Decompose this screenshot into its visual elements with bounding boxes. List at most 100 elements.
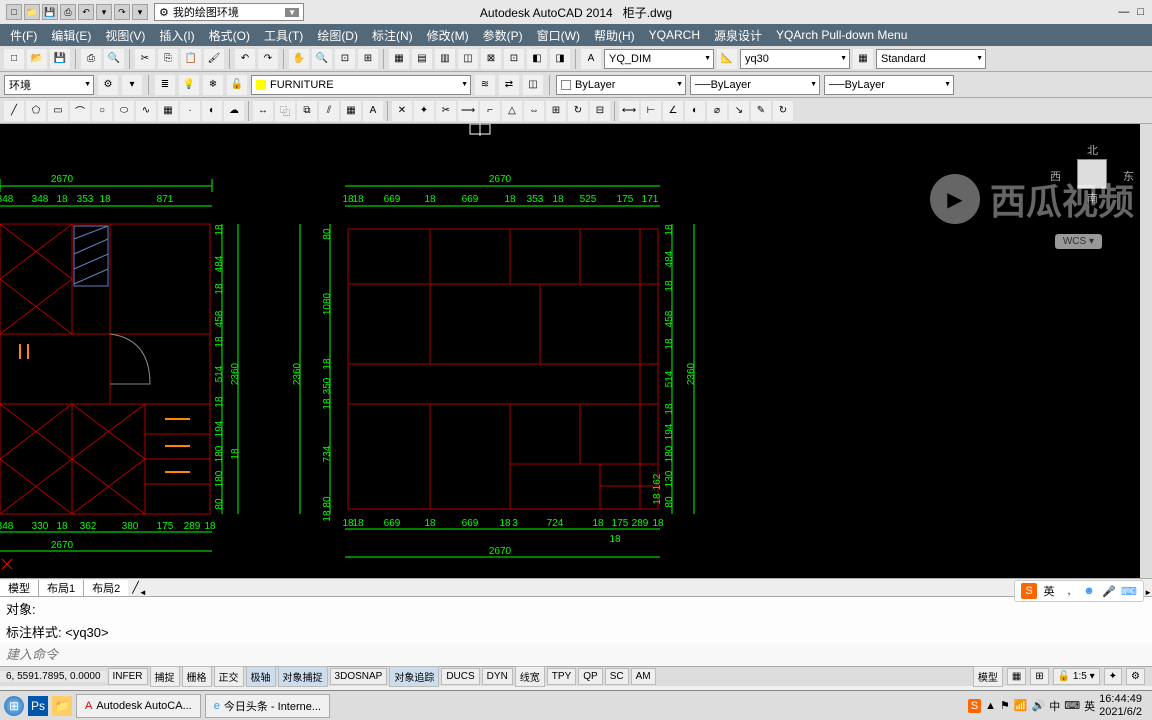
zoom-icon[interactable]: 🔍 bbox=[312, 49, 332, 69]
status-tpy[interactable]: TPY bbox=[547, 668, 576, 685]
menu-help[interactable]: 帮助(H) bbox=[588, 25, 641, 46]
tray-flag-icon[interactable]: ⚑ bbox=[1000, 699, 1010, 712]
circle-icon[interactable]: ○ bbox=[92, 101, 112, 121]
minimize-button[interactable]: ― bbox=[1118, 6, 1129, 18]
menu-modify[interactable]: 修改(M) bbox=[421, 25, 475, 46]
tray-up-icon[interactable]: ▲ bbox=[985, 700, 996, 712]
scale-icon[interactable]: ⊞ bbox=[546, 101, 566, 121]
status-infer[interactable]: INFER bbox=[108, 668, 148, 685]
layer-dropdown[interactable]: FURNITURE bbox=[251, 75, 471, 95]
cut-icon[interactable]: ✂ bbox=[135, 49, 155, 69]
ellipse-icon[interactable]: ⬭ bbox=[114, 101, 134, 121]
status-ducs[interactable]: DUCS bbox=[441, 668, 479, 685]
open-icon[interactable]: 📁 bbox=[24, 4, 40, 20]
redo-icon[interactable]: ↷ bbox=[114, 4, 130, 20]
extend-icon[interactable]: ⟶ bbox=[458, 101, 478, 121]
rotate-icon[interactable]: ↻ bbox=[568, 101, 588, 121]
taskbar-autocad[interactable]: A Autodesk AutoCA... bbox=[76, 694, 201, 718]
new-file-icon[interactable]: □ bbox=[4, 49, 24, 69]
status-scale[interactable]: 🔓 1:5 ▾ bbox=[1053, 668, 1100, 685]
ime-comma-icon[interactable]: , bbox=[1061, 583, 1077, 599]
status-grid-icon[interactable]: ▦ bbox=[1007, 668, 1026, 685]
array-icon[interactable]: ▦ bbox=[341, 101, 361, 121]
ime-toolbar[interactable]: S 英 , ☻ 🎤 ⌨ bbox=[1014, 580, 1144, 602]
explode-icon[interactable]: ✦ bbox=[414, 101, 434, 121]
menu-tools[interactable]: 工具(T) bbox=[258, 25, 309, 46]
print-icon[interactable]: ⎙ bbox=[60, 4, 76, 20]
tool-4-icon[interactable]: ◫ bbox=[458, 49, 478, 69]
vertical-scrollbar[interactable] bbox=[1140, 124, 1152, 578]
revcloud-icon[interactable]: ☁ bbox=[224, 101, 244, 121]
drawing-canvas[interactable]: 2670 3483481835318871 348330183623801752… bbox=[0, 124, 1152, 578]
menu-file[interactable]: 件(F) bbox=[4, 25, 43, 46]
move-icon[interactable]: ↔ bbox=[253, 101, 273, 121]
trim-icon[interactable]: ✂ bbox=[436, 101, 456, 121]
status-sc[interactable]: SC bbox=[605, 668, 629, 685]
tool-3-icon[interactable]: ▥ bbox=[435, 49, 455, 69]
align-icon[interactable]: ⊟ bbox=[590, 101, 610, 121]
tray-ime-3[interactable]: 英 bbox=[1084, 698, 1095, 714]
tool-2-icon[interactable]: ▤ bbox=[412, 49, 432, 69]
layer-lock-icon[interactable]: 🔓 bbox=[227, 75, 247, 95]
dim-rad-icon[interactable]: ◐ bbox=[685, 101, 705, 121]
open-file-icon[interactable]: 📂 bbox=[27, 49, 47, 69]
dim-lin-icon[interactable]: ⟷ bbox=[619, 101, 639, 121]
layer-tool-1-icon[interactable]: ⚙ bbox=[98, 75, 118, 95]
line-icon[interactable]: ╱ bbox=[4, 101, 24, 121]
env-dropdown[interactable]: 环境 bbox=[4, 75, 94, 95]
stretch-icon[interactable]: ⇔ bbox=[524, 101, 544, 121]
menu-yqarch[interactable]: YQARCH bbox=[643, 26, 706, 44]
tray-vol-icon[interactable]: 🔊 bbox=[1032, 699, 1046, 712]
status-model[interactable]: 模型 bbox=[973, 666, 1003, 687]
lineweight-dropdown[interactable]: ── ByLayer bbox=[824, 75, 954, 95]
linetype-dropdown[interactable]: ── ByLayer bbox=[690, 75, 820, 95]
zoom-ext-icon[interactable]: ⊡ bbox=[335, 49, 355, 69]
status-gear-icon[interactable]: ⚙ bbox=[1126, 668, 1145, 685]
taskbar-ps-icon[interactable]: Ps bbox=[28, 696, 48, 716]
workspace-dropdown[interactable]: ⚙ 我的绘图环境 bbox=[154, 3, 304, 21]
status-snap[interactable]: 捕捉 bbox=[150, 666, 180, 687]
plot-icon[interactable]: ⎙ bbox=[81, 49, 101, 69]
copy-icon[interactable]: ⎘ bbox=[158, 49, 178, 69]
tray-ime-2[interactable]: ⌨ bbox=[1064, 699, 1080, 712]
erase-icon[interactable]: ✕ bbox=[392, 101, 412, 121]
text-icon[interactable]: A bbox=[363, 101, 383, 121]
menu-window[interactable]: 窗口(W) bbox=[531, 25, 586, 46]
pan-icon[interactable]: ✋ bbox=[289, 49, 309, 69]
tab-model[interactable]: 模型 bbox=[0, 580, 39, 596]
undo-btn-icon[interactable]: ↶ bbox=[235, 49, 255, 69]
layer-prev-icon[interactable]: ⇄ bbox=[499, 75, 519, 95]
table-style-icon[interactable]: ▦ bbox=[853, 49, 873, 69]
status-grid[interactable]: 栅格 bbox=[182, 666, 212, 687]
undo-icon[interactable]: ↶ bbox=[78, 4, 94, 20]
arc-icon[interactable]: ⌒ bbox=[70, 101, 90, 121]
ime-mic-icon[interactable]: 🎤 bbox=[1101, 583, 1117, 599]
tool-7-icon[interactable]: ◧ bbox=[527, 49, 547, 69]
status-grid-icon-2[interactable]: ⊞ bbox=[1030, 668, 1048, 685]
save-icon[interactable]: 💾 bbox=[42, 4, 58, 20]
redo-btn-icon[interactable]: ↷ bbox=[258, 49, 278, 69]
layer-freeze-icon[interactable]: ❄ bbox=[203, 75, 223, 95]
match-icon[interactable]: 🖌 bbox=[204, 49, 224, 69]
chamfer-icon[interactable]: △ bbox=[502, 101, 522, 121]
menu-param[interactable]: 参数(P) bbox=[477, 25, 529, 46]
start-button[interactable]: ⊞ bbox=[4, 696, 24, 716]
layer-iso-icon[interactable]: ◫ bbox=[523, 75, 543, 95]
ime-lang-icon[interactable]: 英 bbox=[1041, 583, 1057, 599]
menu-dimension[interactable]: 标注(N) bbox=[366, 25, 419, 46]
hatch-icon[interactable]: ▦ bbox=[158, 101, 178, 121]
status-annotate-icon[interactable]: ✦ bbox=[1104, 668, 1122, 685]
tool-6-icon[interactable]: ⊡ bbox=[504, 49, 524, 69]
status-am[interactable]: AM bbox=[631, 668, 656, 685]
fillet-icon[interactable]: ⌐ bbox=[480, 101, 500, 121]
status-otrack[interactable]: 对象追踪 bbox=[389, 666, 439, 687]
layer-props-icon[interactable]: ≣ bbox=[155, 75, 175, 95]
text-style-dropdown[interactable]: YQ_DIM bbox=[604, 49, 714, 69]
tray-ime-1[interactable]: 中 bbox=[1049, 698, 1060, 714]
dim-upd-icon[interactable]: ↻ bbox=[773, 101, 793, 121]
tray-sogou-icon[interactable]: S bbox=[968, 699, 981, 713]
status-dyn[interactable]: DYN bbox=[482, 668, 513, 685]
layer-tool-2-icon[interactable]: ▾ bbox=[122, 75, 142, 95]
undo-dd-icon[interactable]: ▾ bbox=[96, 4, 112, 20]
tab-layout2[interactable]: 布局2 bbox=[84, 580, 128, 596]
